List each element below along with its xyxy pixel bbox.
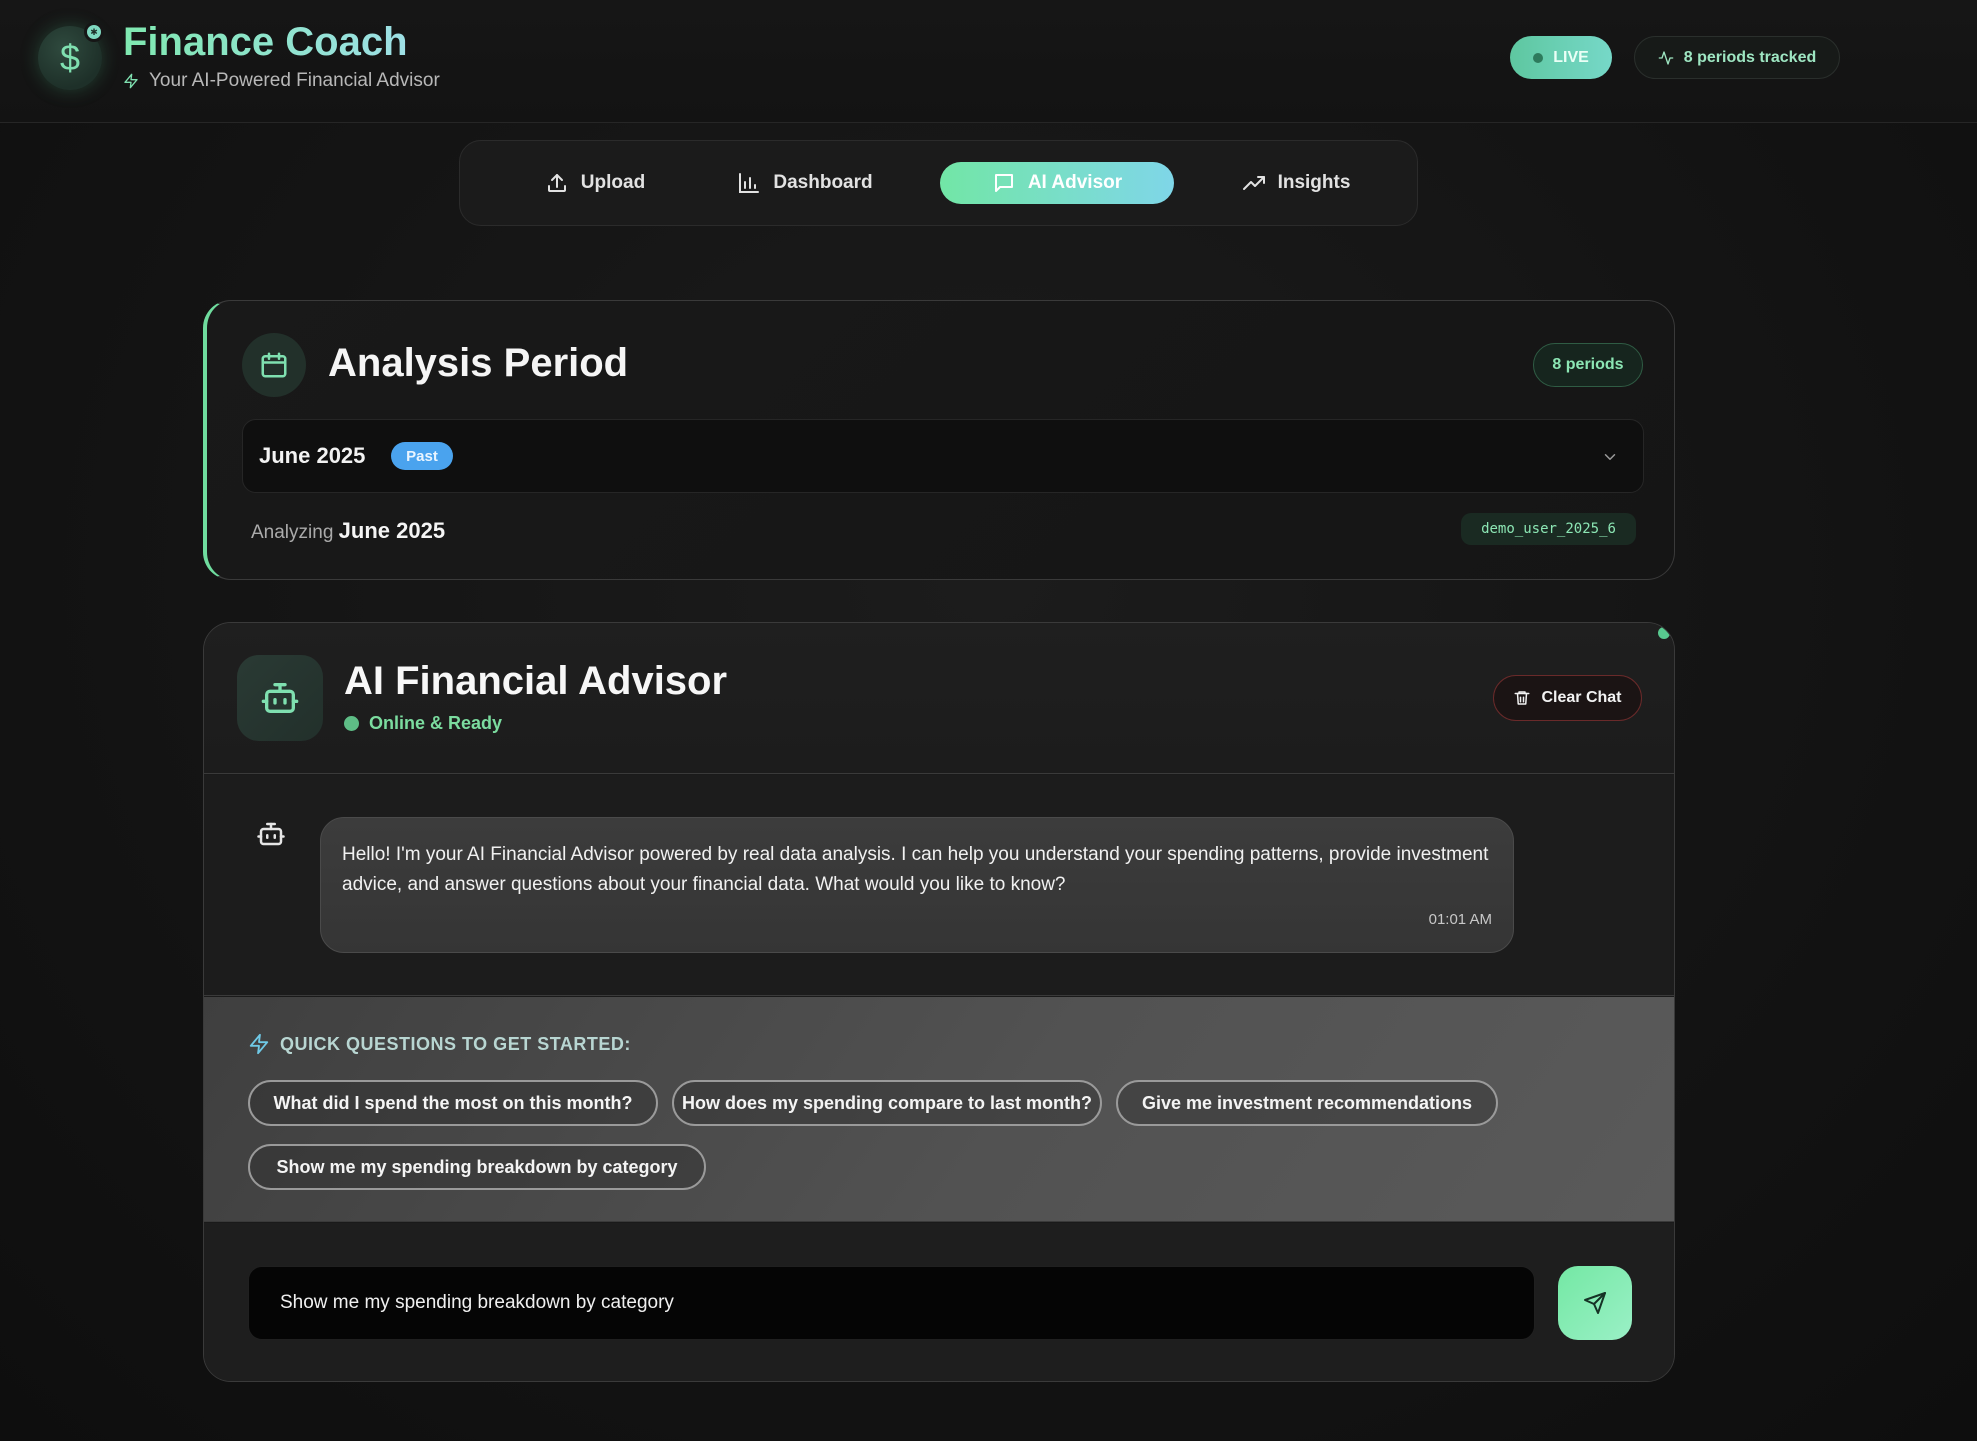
- chat-messages: Hello! I'm your AI Financial Advisor pow…: [204, 775, 1674, 996]
- bar-chart-icon: [739, 173, 760, 193]
- online-dot: [344, 716, 359, 731]
- trash-icon: [1514, 691, 1530, 705]
- user-id-badge: demo_user_2025_6: [1461, 513, 1636, 545]
- robot-icon: [257, 822, 285, 846]
- quick-questions-label: QUICK QUESTIONS TO GET STARTED:: [280, 1033, 631, 1054]
- quick-question-chip[interactable]: How does my spending compare to last mon…: [672, 1080, 1102, 1126]
- app-subtitle: Your AI-Powered Financial Advisor: [123, 70, 440, 92]
- dollar-icon: $: [59, 37, 81, 78]
- past-badge: Past: [391, 442, 453, 470]
- live-label: LIVE: [1553, 48, 1589, 66]
- lightning-icon: [124, 73, 138, 89]
- calendar-icon: [261, 352, 287, 378]
- live-badge: LIVE: [1510, 36, 1612, 79]
- message-timestamp: 01:01 AM: [1428, 911, 1492, 928]
- analyzing-text: Analyzing June 2025: [251, 518, 445, 544]
- corner-status-dot: [1658, 627, 1670, 639]
- calendar-icon-wrap: [242, 333, 306, 397]
- bot-message-bubble: Hello! I'm your AI Financial Advisor pow…: [320, 817, 1514, 953]
- quick-questions-title: QUICK QUESTIONS TO GET STARTED:: [248, 1033, 631, 1055]
- send-button[interactable]: [1558, 1266, 1632, 1340]
- periods-tracked-label: 8 periods tracked: [1683, 48, 1817, 66]
- chevron-down-icon: [1604, 454, 1616, 460]
- subtitle-text: Your AI-Powered Financial Advisor: [149, 70, 440, 91]
- tab-dashboard[interactable]: Dashboard: [700, 162, 910, 204]
- app-title: Finance Coach: [123, 20, 408, 64]
- robot-icon: [261, 683, 299, 713]
- advisor-status: Online & Ready: [344, 713, 502, 734]
- selected-period: June 2025: [259, 443, 366, 468]
- live-dot: [1533, 52, 1544, 63]
- upload-icon: [547, 174, 566, 192]
- tab-insights-label: Insights: [1277, 172, 1351, 193]
- bot-message-text: Hello! I'm your AI Financial Advisor pow…: [342, 844, 1489, 895]
- analysis-period-card: Analysis Period 8 periods June 2025 Past…: [203, 300, 1675, 580]
- quick-question-chip[interactable]: Give me investment recommendations: [1116, 1080, 1498, 1126]
- advisor-header: AI Financial Advisor Online & Ready Clea…: [204, 623, 1674, 774]
- period-select[interactable]: June 2025 Past: [242, 419, 1644, 493]
- chat-composer: [204, 1223, 1674, 1381]
- clear-chat-button[interactable]: Clear Chat: [1493, 675, 1642, 721]
- quick-question-chip[interactable]: Show me my spending breakdown by categor…: [248, 1144, 706, 1190]
- advisor-title: AI Financial Advisor: [344, 659, 728, 703]
- quick-questions: QUICK QUESTIONS TO GET STARTED: What did…: [204, 997, 1674, 1222]
- tab-ai-advisor-label: AI Advisor: [1027, 172, 1123, 193]
- send-icon: [1584, 1292, 1606, 1314]
- clear-chat-label: Clear Chat: [1541, 689, 1622, 706]
- trending-up-icon: [1242, 176, 1265, 190]
- ai-advisor-card: AI Financial Advisor Online & Ready Clea…: [203, 622, 1675, 1382]
- bot-avatar: [237, 655, 323, 741]
- sparkle-badge-icon: ✱: [84, 22, 104, 42]
- advisor-status-label: Online & Ready: [369, 713, 503, 733]
- tab-upload-label: Upload: [580, 172, 646, 193]
- periods-count-badge: 8 periods: [1533, 343, 1643, 387]
- app-header: $ ✱ Finance Coach Your AI-Powered Financ…: [0, 0, 1977, 123]
- tab-ai-advisor[interactable]: AI Advisor: [940, 162, 1174, 204]
- periods-tracked-badge: 8 periods tracked: [1634, 36, 1840, 79]
- quick-question-chip[interactable]: What did I spend the most on this month?: [248, 1080, 658, 1126]
- main-tabs: Upload Dashboard AI Advisor Insights: [459, 140, 1418, 226]
- analyzing-value: June 2025: [338, 518, 446, 543]
- tab-insights[interactable]: Insights: [1196, 162, 1396, 204]
- activity-icon: [1658, 50, 1674, 65]
- tab-upload[interactable]: Upload: [500, 162, 690, 204]
- chat-input[interactable]: [248, 1266, 1535, 1340]
- chat-bubble-icon: [994, 174, 1013, 192]
- lightning-icon: [249, 1033, 269, 1055]
- app-logo: $ ✱: [38, 22, 104, 90]
- analysis-period-title: Analysis Period: [328, 341, 629, 385]
- tab-dashboard-label: Dashboard: [773, 172, 873, 193]
- analyzing-prefix: Analyzing: [251, 522, 334, 543]
